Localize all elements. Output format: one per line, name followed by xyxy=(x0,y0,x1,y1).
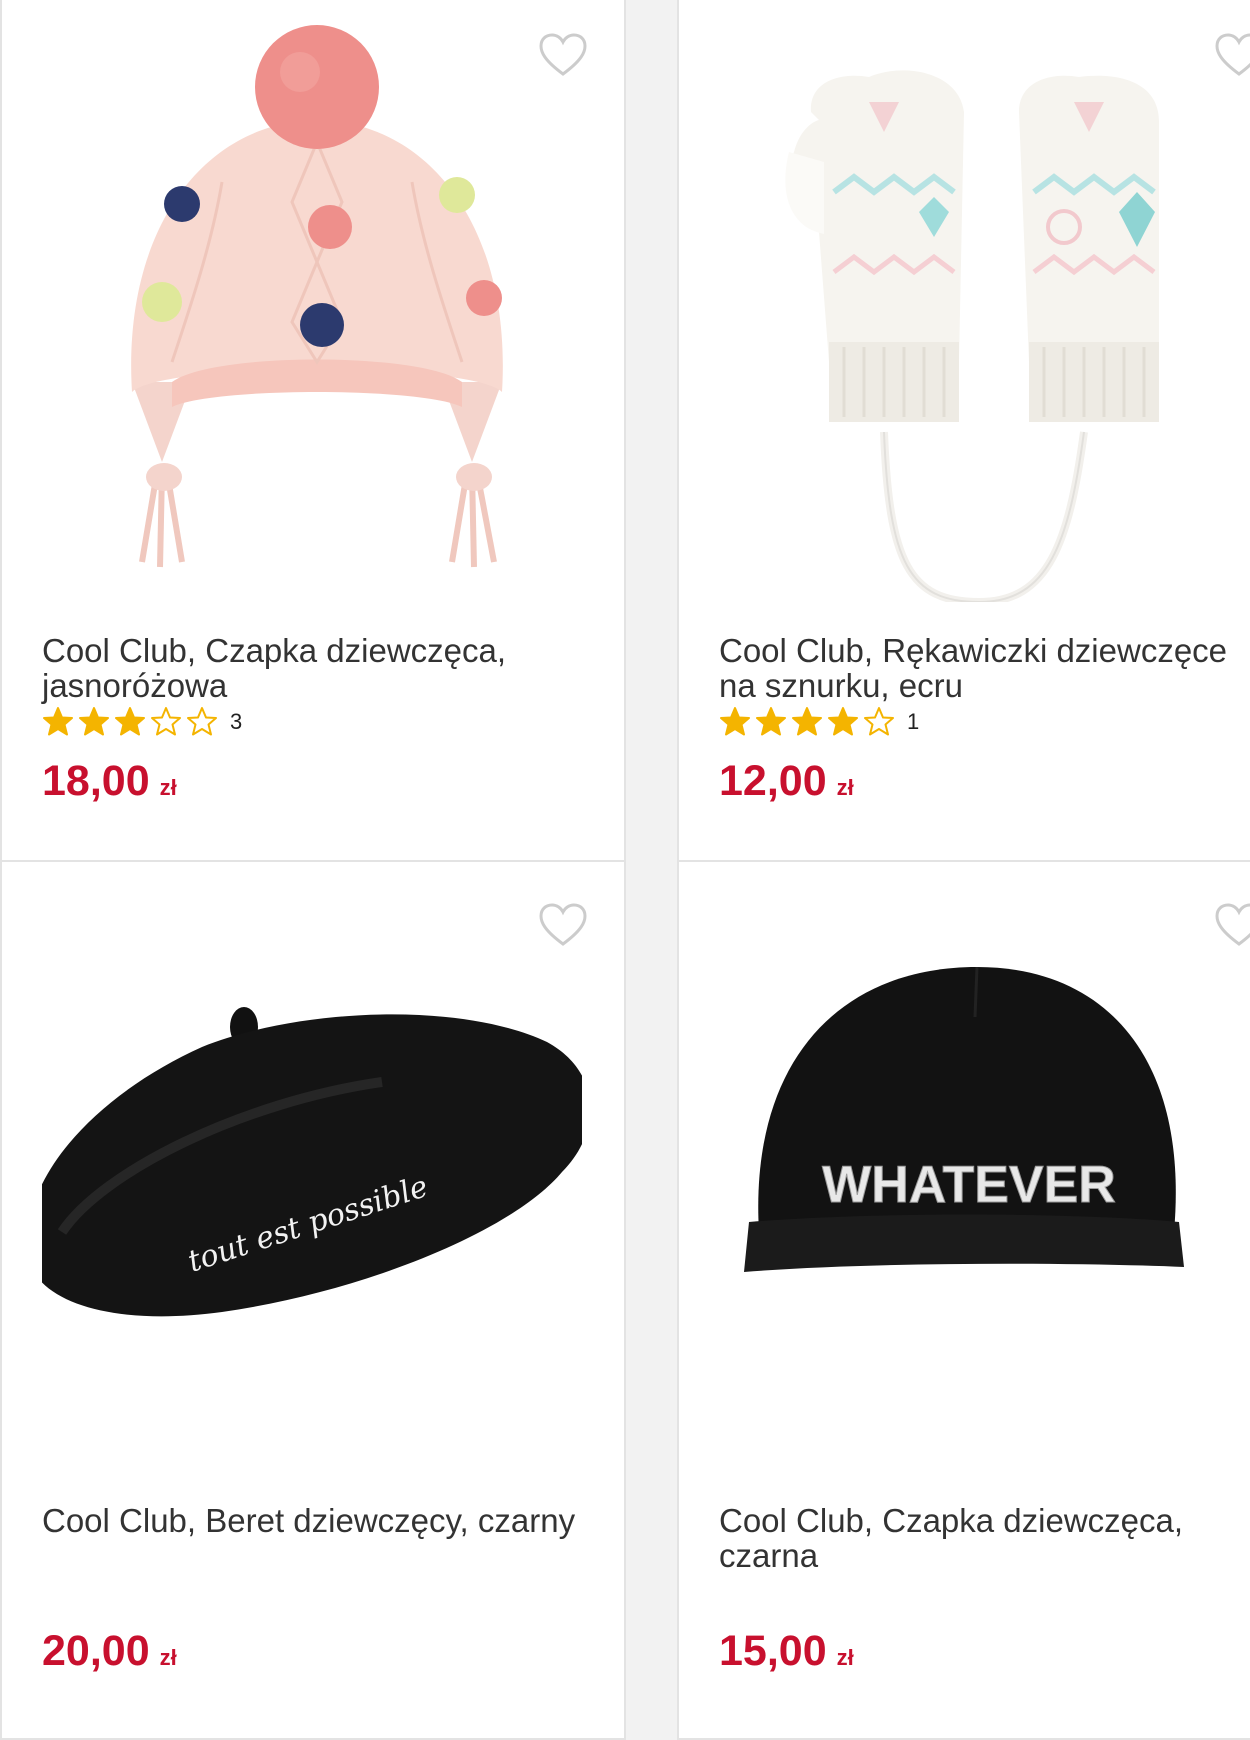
product-price: 12,00 zł xyxy=(719,757,854,806)
product-image[interactable] xyxy=(719,2,1250,602)
star-filled-icon xyxy=(114,706,146,738)
product-image[interactable] xyxy=(42,2,582,602)
product-price: 15,00 zł xyxy=(719,1627,854,1676)
star-filled-icon xyxy=(42,706,74,738)
price-value: 12,00 xyxy=(719,757,827,805)
product-price: 18,00 zł xyxy=(42,757,177,806)
beanie-embroidery-text: WHATEVER xyxy=(822,1156,1116,1214)
star-empty-icon xyxy=(186,706,218,738)
price-currency: zł xyxy=(836,775,854,800)
rating: 3 xyxy=(42,704,242,740)
star-empty-icon xyxy=(150,706,182,738)
product-card[interactable]: WHATEVER Cool Club, Czapka dziewczęca, c… xyxy=(677,860,1250,1740)
price-currency: zł xyxy=(159,1645,177,1670)
price-currency: zł xyxy=(836,1645,854,1670)
star-filled-icon xyxy=(755,706,787,738)
product-card[interactable]: tout est possible Cool Club, Beret dziew… xyxy=(0,860,626,1740)
star-filled-icon xyxy=(791,706,823,738)
rating-count: 1 xyxy=(907,709,920,734)
beret-icon: tout est possible xyxy=(42,1007,582,1317)
star-filled-icon xyxy=(719,706,751,738)
price-currency: zł xyxy=(159,775,177,800)
product-title[interactable]: Cool Club, Beret dziewczęcy, czarny xyxy=(42,1503,582,1538)
product-image[interactable]: tout est possible xyxy=(42,872,582,1472)
star-filled-icon xyxy=(78,706,110,738)
pompom-winter-hat-icon xyxy=(131,25,503,568)
product-title[interactable]: Cool Club, Czapka dziewczęca, jasnoróżow… xyxy=(42,633,582,703)
product-price: 20,00 zł xyxy=(42,1627,177,1676)
product-image[interactable]: WHATEVER xyxy=(719,872,1250,1472)
rating: 1 xyxy=(719,704,919,740)
product-title[interactable]: Cool Club, Czapka dziewczęca, czarna xyxy=(719,1503,1250,1573)
product-title[interactable]: Cool Club, Rękawiczki dziewczęce na sznu… xyxy=(719,633,1250,703)
star-empty-icon xyxy=(863,706,895,738)
price-value: 18,00 xyxy=(42,757,150,805)
product-grid: Cool Club, Czapka dziewczęca, jasnoróżow… xyxy=(0,0,1250,1740)
beanie-icon: WHATEVER xyxy=(744,966,1184,1272)
price-value: 20,00 xyxy=(42,1627,150,1675)
rating-count: 3 xyxy=(230,709,243,734)
price-value: 15,00 xyxy=(719,1627,827,1675)
star-filled-icon xyxy=(827,706,859,738)
mittens-icon xyxy=(785,70,1159,602)
product-card[interactable]: Cool Club, Czapka dziewczęca, jasnoróżow… xyxy=(0,0,626,862)
product-card[interactable]: Cool Club, Rękawiczki dziewczęce na sznu… xyxy=(677,0,1250,862)
